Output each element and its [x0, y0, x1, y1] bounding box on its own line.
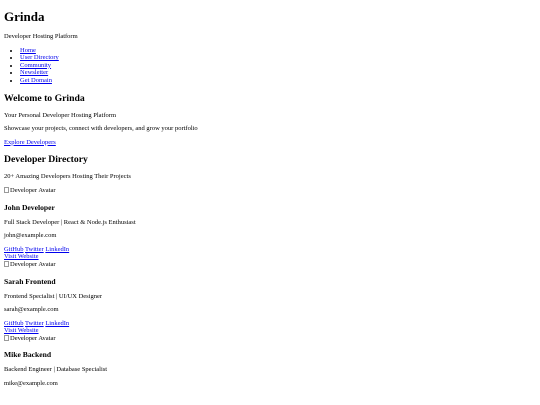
developer-card: Developer Avatar Mike Backend Backend En…	[4, 334, 536, 388]
visit-website-link[interactable]: Visit Website	[4, 327, 39, 334]
site-tagline: Developer Hosting Platform	[4, 33, 78, 40]
explore-developers-link[interactable]: Explore Developers	[4, 139, 56, 146]
developer-avatar: Developer Avatar	[4, 186, 56, 195]
nav-link-get-domain[interactable]: Get Domain	[20, 77, 52, 84]
hero-subheading: Your Personal Developer Hosting Platform	[4, 111, 116, 119]
hero-heading: Welcome to Grinda	[4, 92, 85, 104]
github-link[interactable]: GitHub	[4, 320, 24, 327]
developer-email: mike@example.com	[4, 380, 58, 388]
developer-name: John Developer	[4, 202, 55, 212]
nav-link-newsletter[interactable]: Newsletter	[20, 69, 48, 76]
nav-item-community: Community	[20, 62, 536, 70]
nav-link-user-directory[interactable]: User Directory	[20, 54, 59, 61]
twitter-link[interactable]: Twitter	[25, 246, 44, 253]
developer-email: john@example.com	[4, 232, 57, 240]
avatar-alt-text: Developer Avatar	[10, 186, 56, 194]
developer-name: Mike Backend	[4, 350, 52, 360]
developer-name: Sarah Frontend	[4, 276, 56, 286]
nav-link-home[interactable]: Home	[20, 47, 36, 54]
page: Grinda Developer Hosting Platform Home U…	[0, 0, 540, 397]
nav-item-get-domain: Get Domain	[20, 77, 536, 85]
developer-role: Backend Engineer | Database Specialist	[4, 366, 108, 374]
nav-item-newsletter: Newsletter	[20, 69, 536, 77]
directory-section: Developer Directory 20+ Amazing Develope…	[4, 154, 536, 387]
hero-description: Showcase your projects, connect with dev…	[4, 125, 198, 133]
directory-subheading: 20+ Amazing Developers Hosting Their Pro…	[4, 173, 131, 181]
developer-card: Developer Avatar Sarah Frontend Frontend…	[4, 260, 536, 335]
developer-social-links: GitHub Twitter LinkedIn	[4, 320, 536, 328]
nav-item-user-directory: User Directory	[20, 54, 536, 62]
developer-social-links: GitHub Twitter LinkedIn	[4, 246, 536, 254]
developer-role: Full Stack Developer | React & Node.js E…	[4, 218, 136, 226]
twitter-link[interactable]: Twitter	[25, 320, 44, 327]
avatar-alt-text: Developer Avatar	[10, 334, 56, 342]
nav-item-home: Home	[20, 47, 536, 55]
linkedin-link[interactable]: LinkedIn	[45, 246, 69, 253]
broken-image-icon	[4, 186, 9, 193]
main-nav: Home User Directory Community Newsletter…	[4, 47, 536, 85]
developer-avatar: Developer Avatar	[4, 334, 56, 343]
developer-avatar: Developer Avatar	[4, 260, 56, 269]
visit-website-link[interactable]: Visit Website	[4, 253, 39, 260]
directory-heading: Developer Directory	[4, 154, 88, 166]
github-link[interactable]: GitHub	[4, 246, 24, 253]
avatar-alt-text: Developer Avatar	[10, 260, 56, 268]
developer-role: Frontend Specialist | UI/UX Designer	[4, 292, 103, 300]
developer-email: sarah@example.com	[4, 306, 59, 314]
broken-image-icon	[4, 260, 9, 267]
broken-image-icon	[4, 334, 9, 341]
site-title: Grinda	[4, 9, 45, 24]
developer-card: Developer Avatar John Developer Full Sta…	[4, 186, 536, 261]
nav-link-community[interactable]: Community	[20, 62, 51, 69]
hero-section: Welcome to Grinda Your Personal Develope…	[4, 93, 536, 147]
linkedin-link[interactable]: LinkedIn	[45, 320, 69, 327]
